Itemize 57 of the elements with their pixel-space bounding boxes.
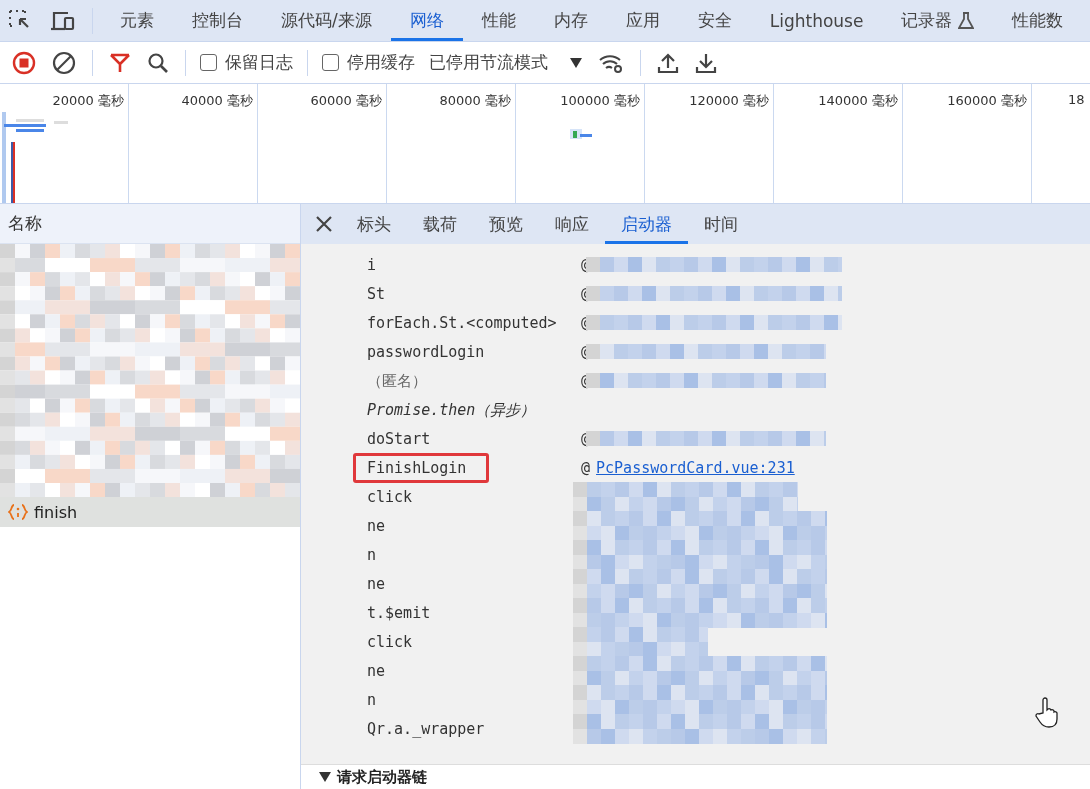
- panel-tab[interactable]: 记录器: [882, 0, 994, 41]
- function-name: i: [366, 255, 378, 276]
- flask-icon: [958, 11, 975, 30]
- timeline-tick: 18: [1068, 92, 1085, 107]
- function-name: doStart: [366, 429, 432, 450]
- panel-tab[interactable]: 安全: [678, 0, 751, 41]
- panel-tab[interactable]: Lighthouse: [750, 0, 883, 41]
- timeline-tick: 60000 毫秒: [310, 92, 382, 110]
- timeline-tick: 20000 毫秒: [52, 92, 124, 110]
- script-icon: [8, 503, 28, 521]
- detail-tab[interactable]: 标头: [341, 204, 407, 244]
- disable-cache-checkbox[interactable]: 停用缓存: [316, 51, 421, 74]
- panel-tab[interactable]: 性能数: [993, 0, 1083, 41]
- timeline-tick: 120000 毫秒: [689, 92, 769, 110]
- function-name: St: [366, 284, 387, 305]
- caret-icon: [570, 57, 582, 68]
- detail-tab[interactable]: 载荷: [407, 204, 473, 244]
- request-row[interactable]: finish: [0, 497, 300, 527]
- function-name: ne: [366, 574, 387, 595]
- column-header: 名称: [8, 212, 42, 235]
- panel-tab[interactable]: 元素: [101, 0, 173, 41]
- source-link[interactable]: PcPasswordCard.vue:231: [596, 458, 795, 477]
- timeline-tick: 80000 毫秒: [439, 92, 511, 110]
- throttling-dropdown[interactable]: 已停用节流模式: [421, 51, 590, 74]
- expand-caret-icon[interactable]: [319, 772, 331, 782]
- panel-tab[interactable]: 应用: [606, 0, 679, 41]
- function-name: n: [366, 545, 378, 566]
- preserve-log-checkbox[interactable]: 保留日志: [194, 51, 299, 74]
- async-frame-label: Promise.then（异步）: [366, 399, 537, 421]
- request-name: finish: [34, 502, 78, 522]
- function-name: （匿名）: [366, 370, 428, 392]
- function-name: ne: [366, 661, 387, 682]
- function-name: FinishLogin: [353, 453, 490, 483]
- detail-tab[interactable]: 预览: [473, 204, 539, 244]
- function-name: ne: [366, 516, 387, 537]
- function-name: click: [366, 487, 414, 508]
- panel-tab[interactable]: 控制台: [173, 0, 262, 41]
- function-name: forEach.St.<computed>: [366, 313, 558, 334]
- panel-tab[interactable]: 内存: [534, 0, 607, 41]
- timeline-tick: 100000 毫秒: [560, 92, 640, 110]
- timeline-tick: 40000 毫秒: [181, 92, 253, 110]
- timeline-tick: 140000 毫秒: [818, 92, 898, 110]
- function-name: click: [366, 632, 414, 653]
- timeline-tick: 160000 毫秒: [947, 92, 1027, 110]
- detail-tab[interactable]: 响应: [539, 204, 605, 244]
- detail-tab[interactable]: 启动器: [605, 204, 688, 244]
- hand-cursor-icon: [1035, 697, 1059, 729]
- function-name: passwordLogin: [366, 342, 486, 363]
- at-sign: @: [581, 458, 591, 477]
- panel-tab[interactable]: 源代码/来源: [262, 0, 391, 41]
- panel-tab[interactable]: 性能: [462, 0, 535, 41]
- detail-tab[interactable]: 时间: [688, 204, 754, 244]
- panel-tab[interactable]: 网络: [390, 0, 463, 41]
- function-name: n: [366, 690, 378, 711]
- function-name: Qr.a._wrapper: [366, 719, 486, 740]
- function-name: t.$emit: [366, 603, 432, 624]
- section-title: 请求启动器链: [337, 767, 427, 787]
